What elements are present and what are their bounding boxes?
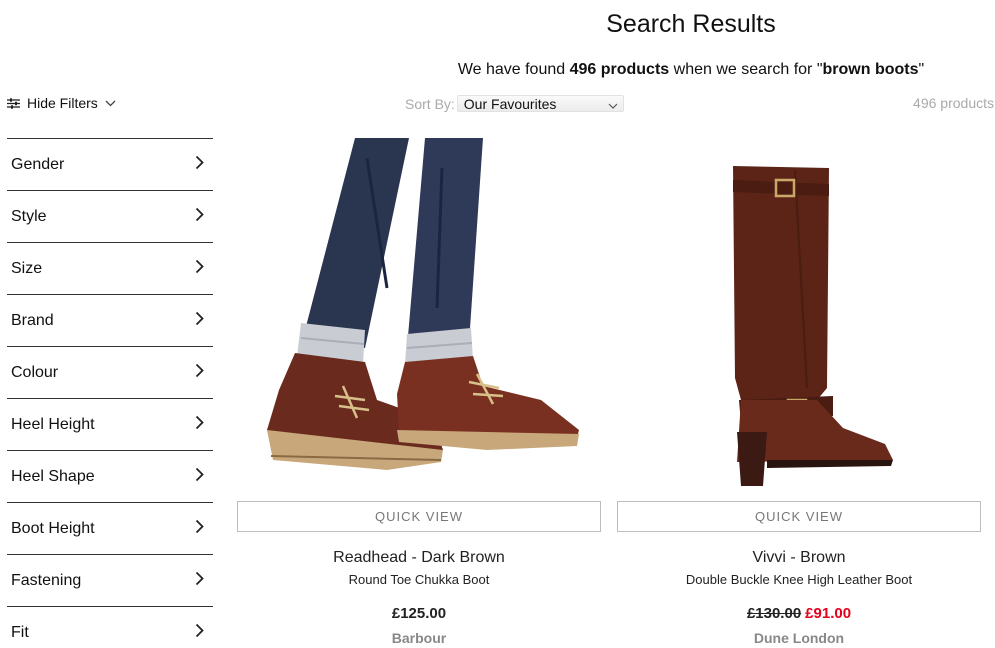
product-image[interactable]	[237, 138, 601, 493]
product-card: QUICK VIEW Vivvi - Brown Double Buckle K…	[617, 138, 981, 646]
product-count: 496 products	[913, 95, 994, 111]
filter-label: Boot Height	[11, 519, 95, 537]
filter-fit[interactable]: Fit	[7, 606, 213, 648]
filter-brand[interactable]: Brand	[7, 294, 213, 346]
product-name[interactable]: Vivvi - Brown	[617, 549, 981, 567]
filter-label: Size	[11, 259, 43, 277]
price-value: £125.00	[391, 605, 447, 622]
chevron-right-icon	[195, 207, 204, 227]
chevron-right-icon	[195, 519, 204, 539]
chevron-right-icon	[195, 571, 204, 591]
chevron-down-icon	[105, 100, 116, 107]
chevron-right-icon	[195, 259, 204, 279]
chevron-down-icon	[608, 96, 618, 112]
chevron-right-icon	[195, 415, 204, 435]
chevron-right-icon	[195, 311, 204, 331]
sort-select[interactable]: Our Favourites	[456, 95, 624, 112]
filter-list: Gender Style Size Brand Colour Heel Heig…	[7, 138, 213, 648]
filter-size[interactable]: Size	[7, 242, 213, 294]
product-name[interactable]: Readhead - Dark Brown	[237, 549, 601, 567]
filter-label: Gender	[11, 155, 65, 173]
chevron-right-icon	[195, 623, 204, 643]
sort-select-value: Our Favourites	[463, 95, 557, 112]
filter-heel-height[interactable]: Heel Height	[7, 398, 213, 450]
product-card: QUICK VIEW Readhead - Dark Brown Round T…	[237, 138, 601, 646]
results-count: 496 products	[569, 61, 670, 78]
quick-view-button[interactable]: QUICK VIEW	[237, 501, 601, 532]
was-price: £130.00	[746, 605, 802, 622]
filter-heel-shape[interactable]: Heel Shape	[7, 450, 213, 502]
product-subtitle: Double Buckle Knee High Leather Boot	[685, 572, 913, 587]
filter-label: Fastening	[11, 571, 82, 589]
filter-sliders-icon	[7, 97, 20, 109]
filter-label: Heel Shape	[11, 467, 95, 485]
sale-price: £91.00	[805, 605, 852, 622]
hide-filters-toggle[interactable]: Hide Filters	[7, 95, 116, 111]
sort-by-label: Sort By:	[405, 95, 455, 112]
hide-filters-label: Hide Filters	[27, 95, 98, 111]
results-summary: We have found 496 products when we searc…	[457, 61, 925, 78]
filter-label: Colour	[11, 363, 59, 381]
product-brand: Dune London	[753, 630, 845, 646]
product-image[interactable]	[617, 138, 981, 493]
filter-boot-height[interactable]: Boot Height	[7, 502, 213, 554]
filter-style[interactable]: Style	[7, 190, 213, 242]
filter-label: Brand	[11, 311, 54, 329]
page-title: Search Results	[606, 10, 776, 38]
product-brand: Barbour	[391, 630, 447, 646]
sort-by: Sort By: Our Favourites	[405, 95, 624, 112]
filter-label: Heel Height	[11, 415, 95, 433]
chevron-right-icon	[195, 155, 204, 175]
filter-colour[interactable]: Colour	[7, 346, 213, 398]
chevron-right-icon	[195, 363, 204, 383]
filter-label: Fit	[11, 623, 29, 641]
filter-gender[interactable]: Gender	[7, 138, 213, 190]
filter-fastening[interactable]: Fastening	[7, 554, 213, 606]
filter-label: Style	[11, 207, 47, 225]
quick-view-button[interactable]: QUICK VIEW	[617, 501, 981, 532]
chevron-right-icon	[195, 467, 204, 487]
search-query: brown boots	[822, 61, 919, 78]
product-price: £125.00	[237, 605, 601, 622]
product-subtitle: Round Toe Chukka Boot	[348, 572, 490, 587]
product-price: £130.00 £91.00	[617, 605, 981, 622]
